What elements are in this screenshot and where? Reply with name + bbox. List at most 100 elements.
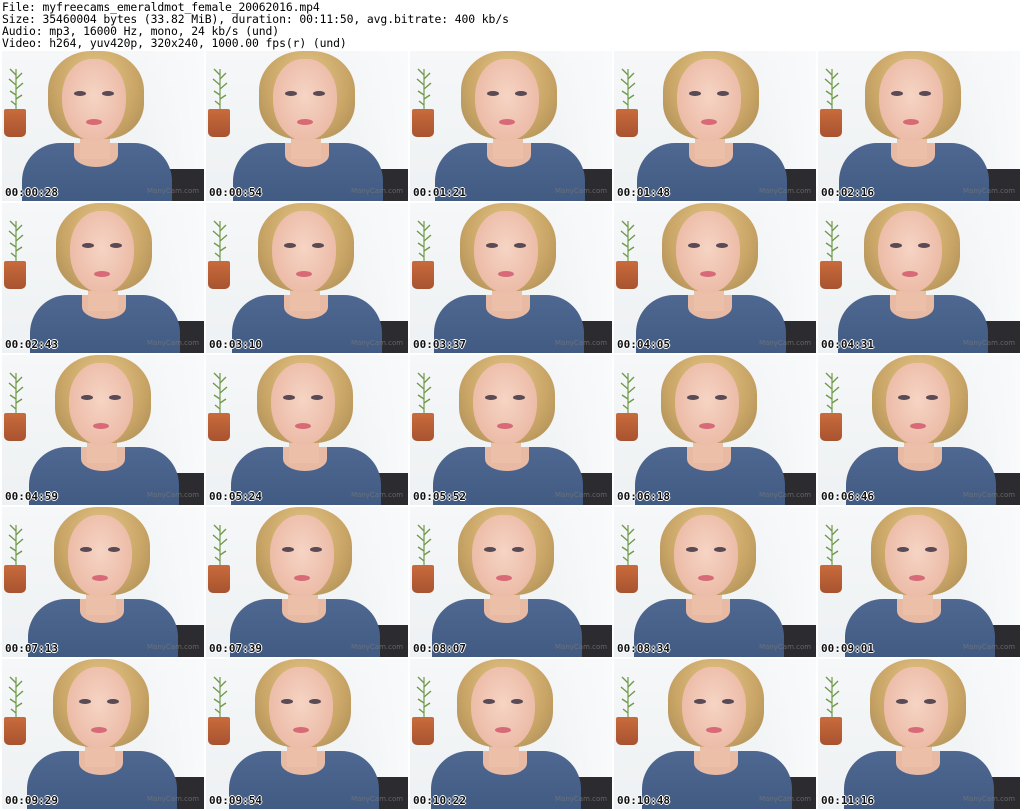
video-thumbnail[interactable]: ManyCam.com 00:07:13 [2,507,204,657]
plant-icon [416,676,432,719]
flower-pot [4,565,26,593]
thumbnail-timestamp: 00:07:39 [209,642,262,655]
manycam-watermark: ManyCam.com [555,187,608,195]
person-eye [285,91,297,96]
person-eye [284,243,296,248]
chair-back [578,777,612,809]
person-face [676,211,740,293]
person-eye [891,91,903,96]
flower-pot [4,413,26,441]
person-face [682,667,746,749]
manycam-watermark: ManyCam.com [351,491,404,499]
video-thumbnail[interactable]: ManyCam.com 00:01:48 [614,51,816,201]
person-eye [108,547,120,552]
person-eye [311,395,323,400]
person-face [68,515,132,597]
thumbnail-timestamp: 00:05:52 [413,490,466,503]
video-thumbnail[interactable]: ManyCam.com 00:05:24 [206,355,408,505]
video-thumbnail[interactable]: ManyCam.com 00:04:59 [2,355,204,505]
person-eye [313,91,325,96]
manycam-watermark: ManyCam.com [555,491,608,499]
chair-back [986,321,1020,353]
thumbnail-timestamp: 00:09:54 [209,794,262,807]
manycam-watermark: ManyCam.com [759,339,812,347]
person-lips [908,727,924,733]
thumbnail-timestamp: 00:04:31 [821,338,874,351]
flower-pot [412,717,434,745]
person-eye [919,91,931,96]
video-thumbnail[interactable]: ManyCam.com 00:02:16 [818,51,1020,201]
person-eye [282,547,294,552]
video-thumbnail[interactable]: ManyCam.com 00:01:21 [410,51,612,201]
person-face [885,515,949,597]
video-thumbnail[interactable]: ManyCam.com 00:05:52 [410,355,612,505]
person-lips [93,423,109,429]
plant-icon [416,68,432,111]
thumbnail-timestamp: 00:04:05 [617,338,670,351]
plant-icon [212,68,228,111]
flower-pot [616,261,638,289]
plant-icon [416,372,432,415]
plant-icon [212,372,228,415]
person-face [473,363,537,445]
person-eye [74,91,86,96]
flower-pot [208,109,230,137]
video-thumbnail[interactable]: ManyCam.com 00:07:39 [206,507,408,657]
video-thumbnail[interactable]: ManyCam.com 00:10:22 [410,659,612,809]
thumbnail-timestamp: 00:00:54 [209,186,262,199]
plant-icon [620,220,636,263]
manycam-watermark: ManyCam.com [147,339,200,347]
person-lips [903,119,919,125]
video-thumbnail[interactable]: ManyCam.com 00:00:28 [2,51,204,201]
video-thumbnail[interactable]: ManyCam.com 00:03:10 [206,203,408,353]
person-lips [706,727,722,733]
video-thumbnail[interactable]: ManyCam.com 00:06:46 [818,355,1020,505]
person-eye [924,699,936,704]
person-eye [897,547,909,552]
thumbnail-timestamp: 00:02:16 [821,186,874,199]
person-eye [309,699,321,704]
chair-back [782,169,816,201]
video-thumbnail[interactable]: ManyCam.com 00:08:34 [614,507,816,657]
person-lips [497,423,513,429]
video-thumbnail[interactable]: ManyCam.com 00:03:37 [410,203,612,353]
video-thumbnail[interactable]: ManyCam.com 00:08:07 [410,507,612,657]
person-eye [514,243,526,248]
manycam-watermark: ManyCam.com [759,187,812,195]
manycam-watermark: ManyCam.com [351,187,404,195]
person-eye [283,395,295,400]
plant-icon [8,68,24,111]
video-info-line: Video: h264, yuv420p, 320x240, 1000.00 f… [2,36,347,50]
person-lips [498,271,514,277]
person-face [62,59,126,141]
plant-icon [620,68,636,111]
video-thumbnail[interactable]: ManyCam.com 00:09:54 [206,659,408,809]
chair-back [578,625,612,657]
plant-icon [620,676,636,719]
thumbnail-timestamp: 00:06:18 [617,490,670,503]
plant-icon [8,524,24,567]
video-thumbnail[interactable]: ManyCam.com 00:02:43 [2,203,204,353]
video-thumbnail[interactable]: ManyCam.com 00:04:31 [818,203,1020,353]
person-lips [294,575,310,581]
person-face [884,667,948,749]
manycam-watermark: ManyCam.com [963,491,1016,499]
video-thumbnail[interactable]: ManyCam.com 00:06:18 [614,355,816,505]
video-thumbnail[interactable]: ManyCam.com 00:09:29 [2,659,204,809]
person-lips [700,271,716,277]
chair-back [782,473,816,505]
person-lips [91,727,107,733]
thumbnail-timestamp: 00:03:10 [209,338,262,351]
thumbnail-timestamp: 00:09:01 [821,642,874,655]
flower-pot [4,261,26,289]
video-thumbnail[interactable]: ManyCam.com 00:00:54 [206,51,408,201]
chair-back [782,321,816,353]
plant-icon [8,372,24,415]
video-thumbnail[interactable]: ManyCam.com 00:11:16 [818,659,1020,809]
manycam-watermark: ManyCam.com [147,795,200,803]
person-eye [310,547,322,552]
manycam-watermark: ManyCam.com [963,643,1016,651]
video-thumbnail[interactable]: ManyCam.com 00:09:01 [818,507,1020,657]
video-thumbnail[interactable]: ManyCam.com 00:10:48 [614,659,816,809]
video-thumbnail[interactable]: ManyCam.com 00:04:05 [614,203,816,353]
